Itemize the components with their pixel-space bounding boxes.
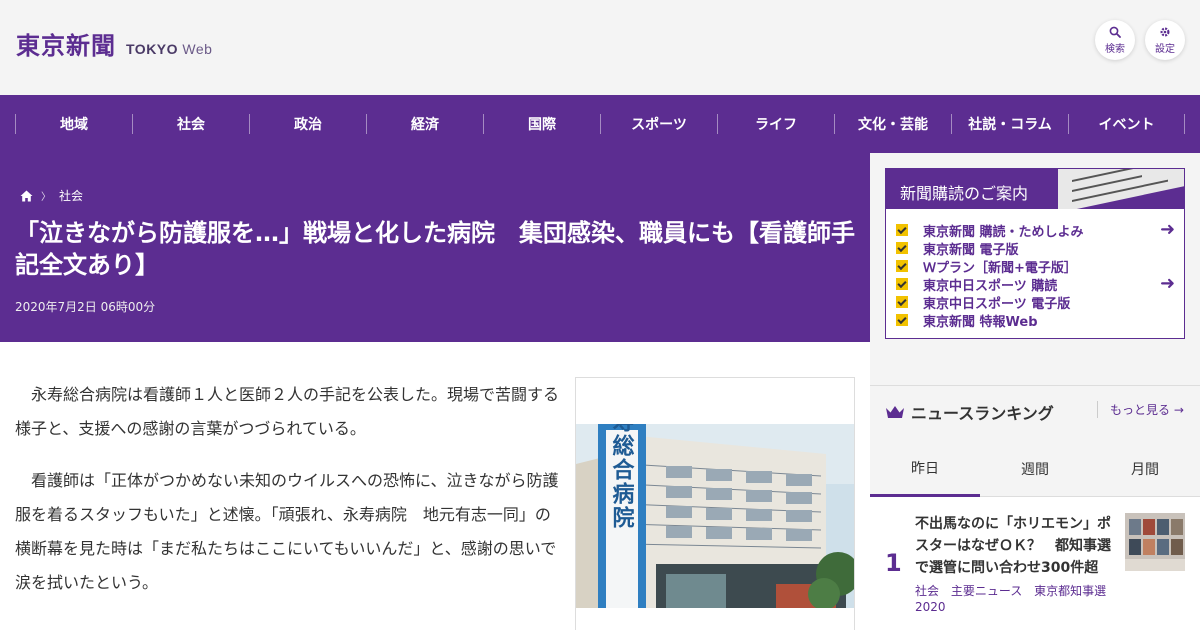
home-icon[interactable]	[20, 190, 33, 202]
newspaper-graphic	[1058, 169, 1184, 209]
subscription-item[interactable]: 東京新聞 電子版	[896, 239, 1176, 258]
site-logo[interactable]: 東京新聞 TOKYO Web	[16, 26, 212, 61]
sidebar-divider	[870, 385, 1200, 386]
article-text: 永寿総合病院は看護師１人と医師２人の手記を公表した。現場で苦闘する様子と、支援へ…	[15, 378, 560, 618]
hospital-photo[interactable]: 永寿総合病院	[576, 424, 854, 608]
ranking-item[interactable]: 1 不出馬なのに「ホリエモン」ポスターはなぜＯＫ？ 都知事選で選管に問い合わせ3…	[870, 497, 1200, 630]
tab-yesterday[interactable]: 昨日	[870, 441, 980, 497]
hospital-sign-text: 永寿総合病院	[610, 424, 635, 530]
breadcrumb-category[interactable]: 社会	[59, 187, 83, 204]
sign-in-icon[interactable]: ➜	[1160, 275, 1175, 293]
checkbox-icon	[896, 278, 908, 290]
tag-link[interactable]: 社会	[915, 584, 939, 598]
nav-item-society[interactable]: 社会	[132, 114, 249, 134]
ranking-item-tags: 社会 主要ニュース 東京都知事選2020	[915, 583, 1115, 615]
subscription-box: 新聞購読のご案内 東京新聞 購読・ためしよみ ➜ 東京新聞 電子版 Ｗプラン［新…	[885, 168, 1185, 339]
search-button[interactable]: 検索	[1095, 20, 1135, 60]
article-date: 2020年7月2日 06時00分	[15, 300, 156, 314]
nav-item-economy[interactable]: 経済	[366, 114, 483, 134]
subscription-item[interactable]: 東京新聞 購読・ためしよみ ➜	[896, 221, 1176, 240]
nav-item-culture[interactable]: 文化・芸能	[834, 114, 951, 134]
subscription-item[interactable]: Ｗプラン［新聞+電子版］	[896, 257, 1176, 276]
subscription-item[interactable]: 東京新聞 特報Web	[896, 311, 1176, 330]
subscription-item[interactable]: 東京中日スポーツ 電子版	[896, 293, 1176, 312]
tag-link[interactable]: 主要ニュース	[951, 584, 1022, 598]
logo-english: TOKYO Web	[126, 41, 213, 57]
settings-label: 設定	[1155, 43, 1175, 55]
search-icon	[1109, 26, 1121, 38]
article-paragraph: 永寿総合病院は看護師１人と医師２人の手記を公表した。現場で苦闘する様子と、支援へ…	[15, 385, 560, 438]
nav-item-politics[interactable]: 政治	[249, 114, 366, 134]
crown-icon	[886, 406, 904, 418]
sign-in-icon[interactable]: ➜	[1160, 221, 1175, 239]
article-headline: 「泣きながら防護服を…」戦場と化した病院 集団感染、職員にも【看護師手記全文あり…	[15, 219, 855, 279]
subscription-title: 新聞購読のご案内	[900, 184, 1029, 203]
chevron-right-icon: 〉	[41, 192, 51, 203]
logo-japanese: 東京新聞	[16, 31, 116, 60]
nav-item-life[interactable]: ライフ	[717, 114, 834, 134]
main-nav: 地域 社会 政治 経済 国際 スポーツ ライフ 文化・芸能 社説・コラム イベン…	[0, 95, 1200, 153]
article-title-block: 〉 社会 「泣きながら防護服を…」戦場と化した病院 集団感染、職員にも【看護師手…	[0, 153, 870, 342]
nav-item-editorial[interactable]: 社説・コラム	[951, 114, 1068, 134]
subscription-list: 東京新聞 購読・ためしよみ ➜ 東京新聞 電子版 Ｗプラン［新聞+電子版］ 東京…	[896, 221, 1176, 330]
ranking-thumbnail[interactable]	[1125, 513, 1185, 571]
checkbox-icon	[896, 296, 908, 308]
nav-item-sports[interactable]: スポーツ	[600, 114, 717, 134]
nav-item-international[interactable]: 国際	[483, 114, 600, 134]
nav-item-region[interactable]: 地域	[15, 114, 132, 134]
rank-number: 1	[885, 549, 902, 577]
article-body: 永寿総合病院は看護師１人と医師２人の手記を公表した。現場で苦闘する様子と、支援へ…	[0, 342, 870, 630]
nav-item-events[interactable]: イベント	[1068, 114, 1185, 134]
checkbox-icon	[896, 224, 908, 236]
search-label: 検索	[1105, 43, 1125, 55]
ranking-header: ニュースランキング もっと見る →	[885, 400, 1185, 424]
checkbox-icon	[896, 314, 908, 326]
subscription-item[interactable]: 東京中日スポーツ 購読 ➜	[896, 275, 1176, 294]
breadcrumb: 〉 社会	[20, 187, 83, 204]
article-photo-frame: 永寿総合病院	[575, 377, 855, 630]
ranking-more-link[interactable]: もっと見る →	[1097, 401, 1184, 418]
site-header: 東京新聞 TOKYO Web 検索 設定	[0, 0, 1200, 95]
arrow-right-icon: →	[1173, 403, 1184, 417]
settings-button[interactable]: 設定	[1145, 20, 1185, 60]
article-paragraph: 看護師は「正体がつかめない未知のウイルスへの恐怖に、泣きながら防護服を着るスタッ…	[15, 471, 559, 592]
subscription-header: 新聞購読のご案内	[886, 169, 1184, 209]
tab-monthly[interactable]: 月間	[1090, 441, 1200, 497]
checkbox-icon	[896, 242, 908, 254]
ranking-title: ニュースランキング	[911, 404, 1054, 423]
tab-weekly[interactable]: 週間	[980, 441, 1090, 497]
ranking-item-title[interactable]: 不出馬なのに「ホリエモン」ポスターはなぜＯＫ？ 都知事選で選管に問い合わせ300…	[915, 513, 1113, 579]
checkbox-icon	[896, 260, 908, 272]
ranking-tabs: 昨日 週間 月間	[870, 441, 1200, 497]
gear-icon	[1160, 26, 1170, 37]
